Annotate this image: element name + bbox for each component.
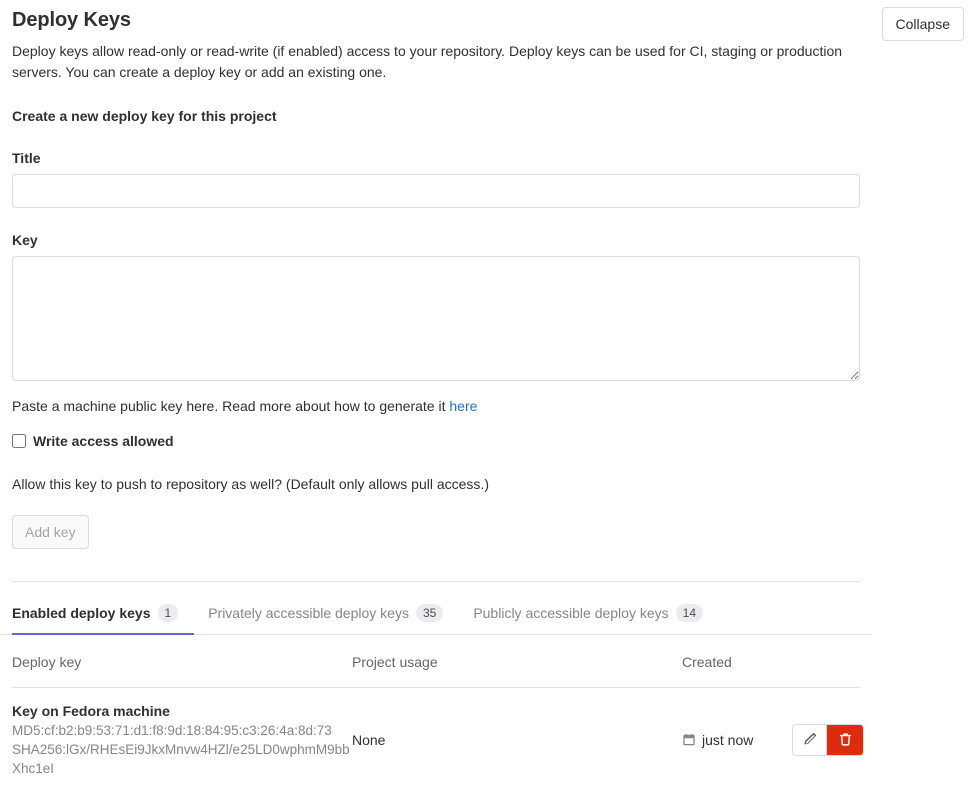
column-header-created: Created <box>682 635 792 688</box>
tab-enabled-deploy-keys[interactable]: Enabled deploy keys 1 <box>12 604 194 635</box>
tab-privately-accessible-deploy-keys[interactable]: Privately accessible deploy keys 35 <box>208 604 459 635</box>
tab-count-badge: 35 <box>416 604 443 622</box>
collapse-button[interactable]: Collapse <box>882 7 964 41</box>
row-action-button-group <box>792 724 864 756</box>
column-header-deploy-key: Deploy key <box>12 635 352 688</box>
section-description: Deploy keys allow read-only or read-writ… <box>12 41 860 83</box>
write-access-row: Write access allowed <box>12 432 860 450</box>
create-deploy-key-form: Create a new deploy key for this project… <box>0 106 872 549</box>
delete-deploy-key-button[interactable] <box>827 725 863 755</box>
table-body: Key on Fedora machine MD5:cf:b2:b9:53:71… <box>12 688 860 789</box>
generate-key-help-link[interactable]: here <box>449 398 477 414</box>
key-textarea[interactable] <box>12 256 860 381</box>
table-head: Deploy key Project usage Created <box>12 635 860 688</box>
deploy-keys-table: Deploy key Project usage Created Key on … <box>12 635 860 788</box>
trash-icon <box>838 732 853 747</box>
page-title: Deploy Keys <box>12 8 964 32</box>
column-header-actions <box>792 635 860 688</box>
table-row: Key on Fedora machine MD5:cf:b2:b9:53:71… <box>12 688 860 789</box>
deploy-key-title: Key on Fedora machine <box>12 701 352 721</box>
row-actions-cell <box>792 688 860 789</box>
pencil-icon <box>802 732 817 747</box>
tab-count-badge: 14 <box>676 604 703 622</box>
write-access-label[interactable]: Write access allowed <box>33 432 174 450</box>
key-help-text: Paste a machine public key here. Read mo… <box>12 396 860 416</box>
created-time-label: just now <box>702 732 753 748</box>
tab-count-badge: 1 <box>158 604 179 622</box>
title-input[interactable] <box>12 174 860 208</box>
key-field-label: Key <box>12 230 860 250</box>
form-legend: Create a new deploy key for this project <box>12 106 860 126</box>
section-header: Deploy Keys Deploy keys allow read-only … <box>0 0 976 83</box>
add-key-button[interactable]: Add key <box>12 515 89 549</box>
deploy-key-fingerprint-sha256: SHA256:lGx/RHEsEi9JkxMnvw4HZl/e25LD0wphm… <box>12 740 352 778</box>
form-divider <box>12 581 860 582</box>
project-usage-cell: None <box>352 688 682 789</box>
tab-label: Privately accessible deploy keys <box>208 604 409 622</box>
edit-deploy-key-button[interactable] <box>793 725 827 755</box>
deploy-keys-tabs: Enabled deploy keys 1 Privately accessib… <box>0 603 872 635</box>
tab-publicly-accessible-deploy-keys[interactable]: Publicly accessible deploy keys 14 <box>473 604 719 635</box>
calendar-icon <box>682 733 696 747</box>
deploy-keys-page: Deploy Keys Deploy keys allow read-only … <box>0 0 976 799</box>
table-header-row: Deploy key Project usage Created <box>12 635 860 688</box>
tab-label: Enabled deploy keys <box>12 604 151 622</box>
write-access-checkbox[interactable] <box>12 434 26 448</box>
deploy-key-cell: Key on Fedora machine MD5:cf:b2:b9:53:71… <box>12 688 352 789</box>
title-field-label: Title <box>12 148 860 168</box>
deploy-key-fingerprint-md5: MD5:cf:b2:b9:53:71:d1:f8:9d:18:84:95:c3:… <box>12 721 352 740</box>
created-cell: just now <box>682 688 792 789</box>
column-header-project-usage: Project usage <box>352 635 682 688</box>
key-help-label: Paste a machine public key here. Read mo… <box>12 398 445 414</box>
tab-label: Publicly accessible deploy keys <box>473 604 668 622</box>
write-access-description: Allow this key to push to repository as … <box>12 474 860 494</box>
